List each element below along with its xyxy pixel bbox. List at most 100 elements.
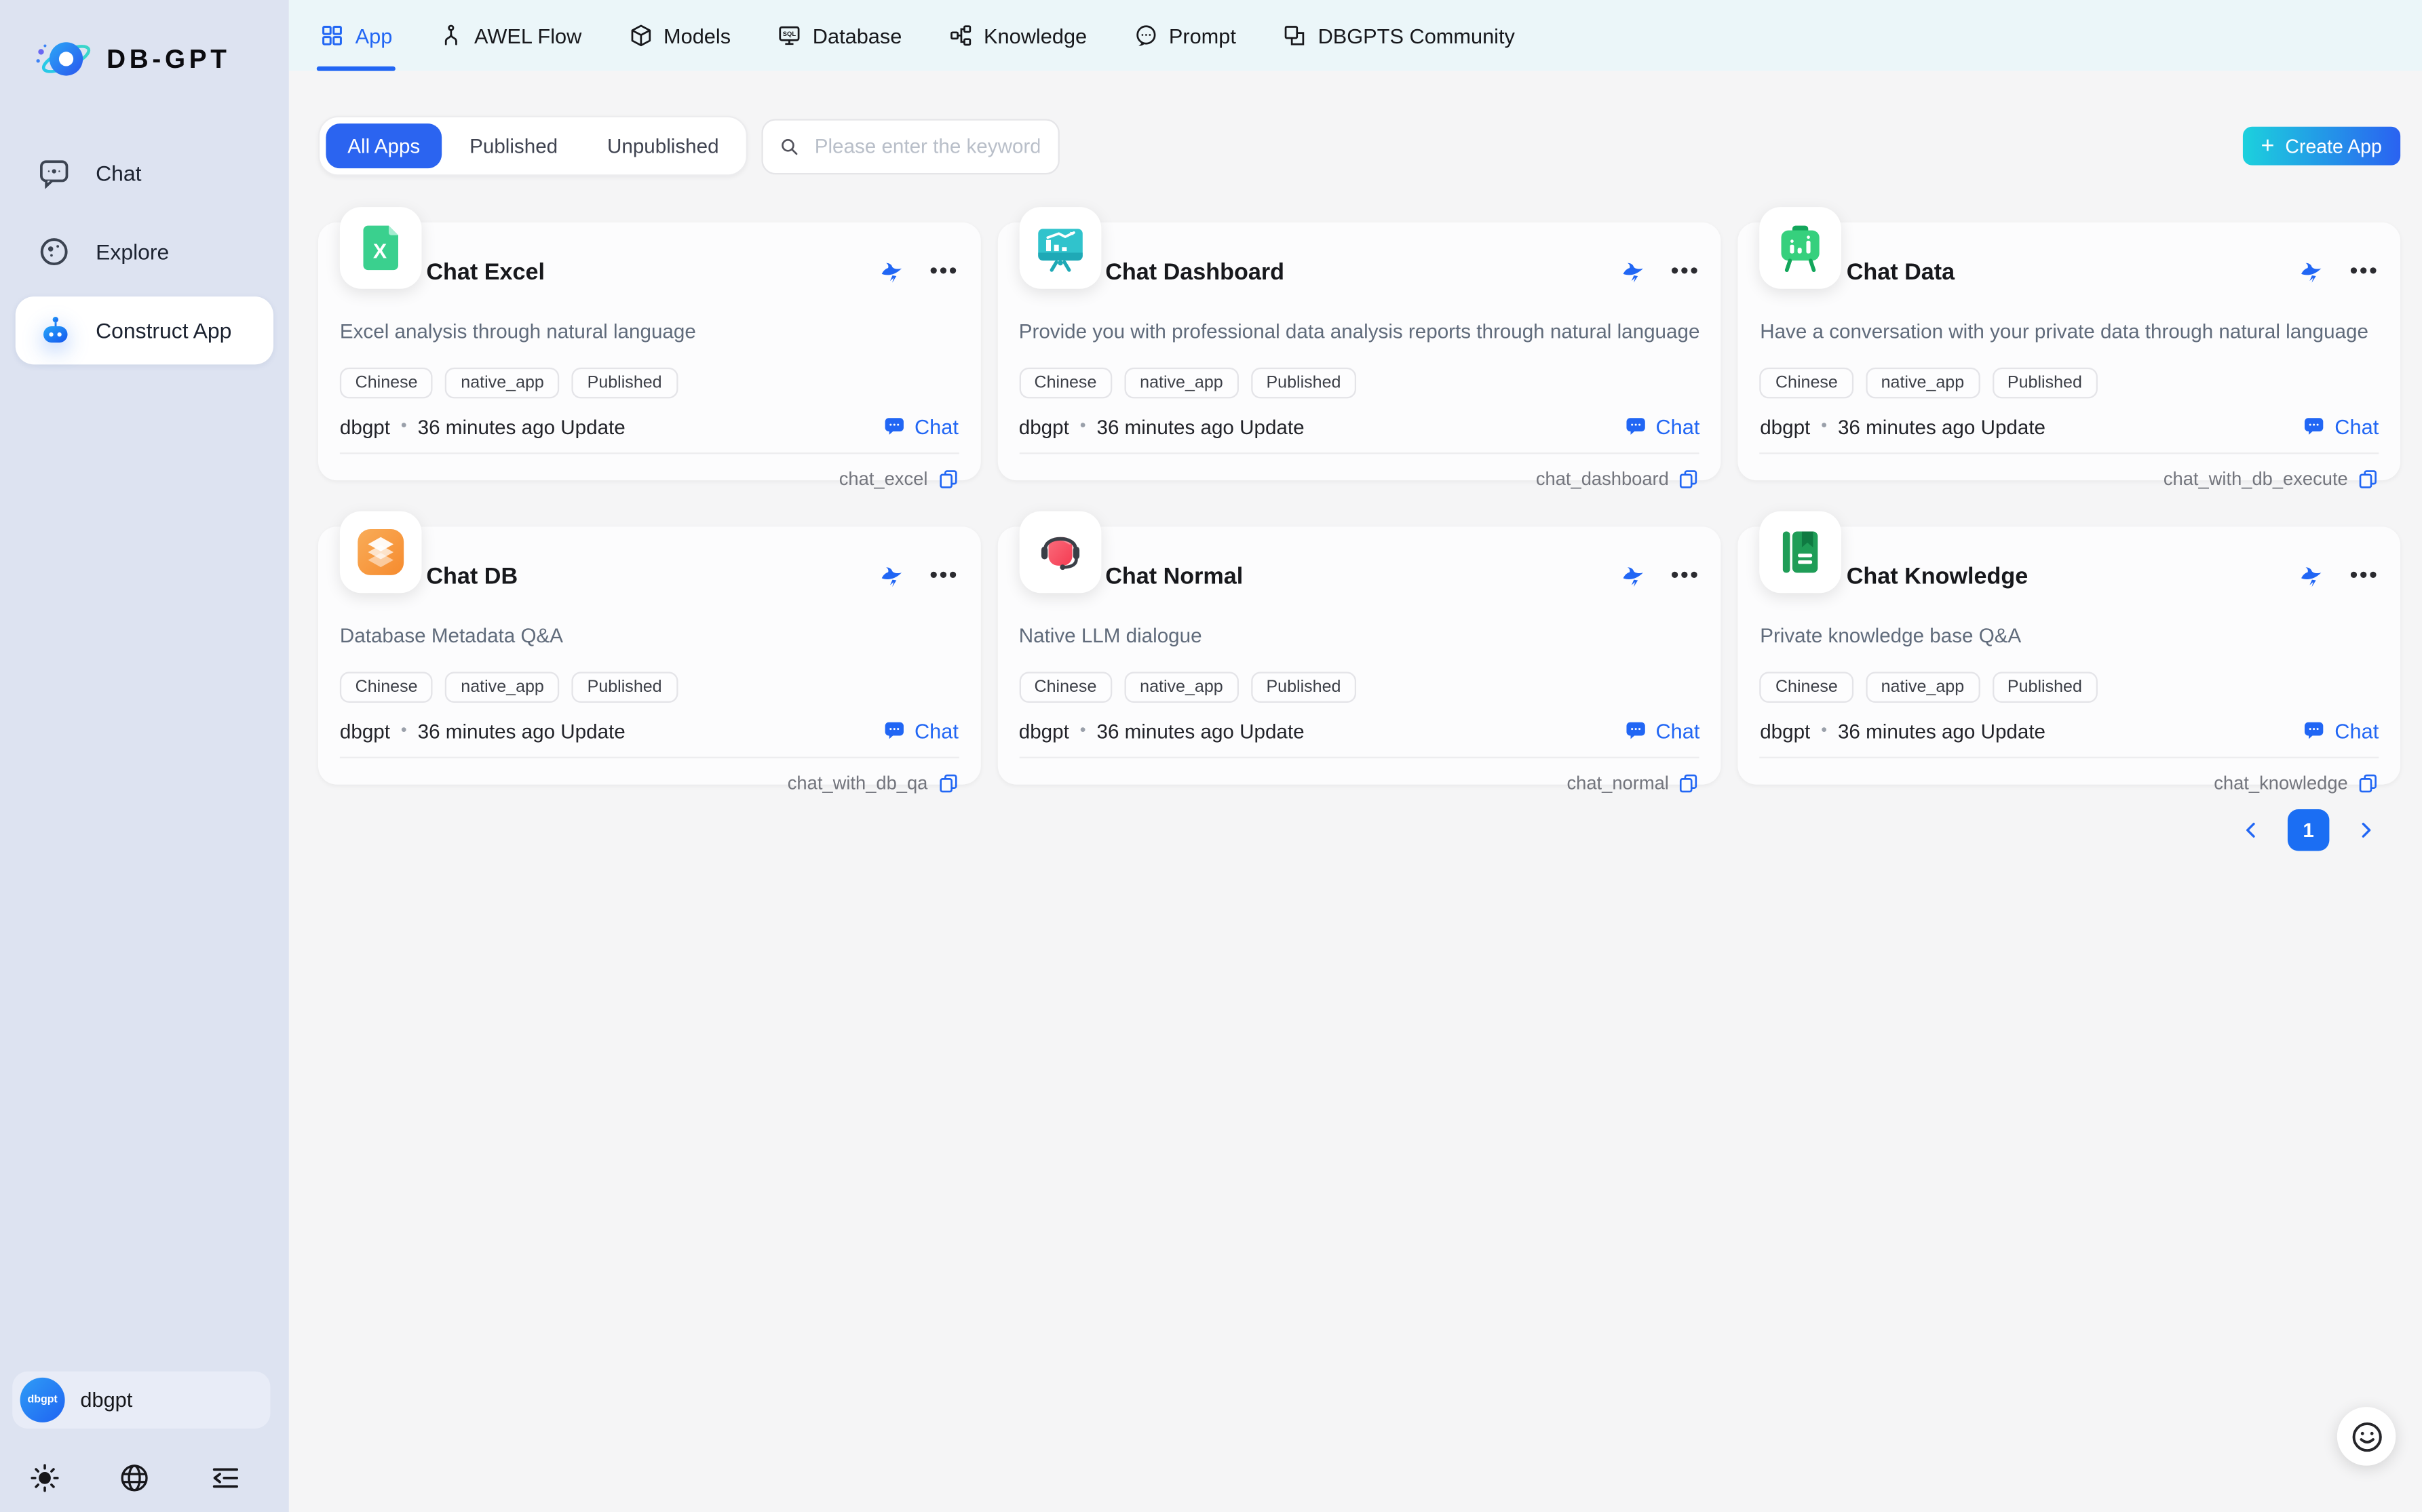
card-meta: dbgpt • 36 minutes ago Update Chat — [1760, 414, 2379, 438]
chat-bubble-filled-icon — [882, 718, 906, 743]
dingtalk-bird-icon[interactable] — [2299, 258, 2325, 285]
chat-link-label: Chat — [915, 719, 959, 742]
chat-link[interactable]: Chat — [2302, 414, 2379, 438]
data-easel-icon — [1772, 219, 1829, 276]
page-number-current[interactable]: 1 — [2288, 809, 2329, 851]
search-icon — [779, 135, 801, 157]
plus-icon: + — [2261, 134, 2275, 157]
chat-link[interactable]: Chat — [1623, 718, 1700, 743]
updated-time: 36 minutes ago Update — [418, 719, 626, 742]
card-actions: ••• — [2299, 563, 2379, 589]
chat-link[interactable]: Chat — [882, 718, 959, 743]
copy-icon[interactable] — [937, 467, 959, 489]
sidebar-item-label: Explore — [96, 239, 169, 264]
tag: Published — [572, 672, 678, 703]
app-icon-tile — [1760, 511, 1842, 594]
user-account[interactable]: dbgpt dbgpt — [12, 1372, 270, 1429]
meta-separator: • — [1821, 721, 1827, 739]
chat-link[interactable]: Chat — [1623, 414, 1700, 438]
sidebar-item-construct-app[interactable]: Construct App — [16, 296, 273, 364]
copy-icon[interactable] — [2357, 771, 2379, 793]
dingtalk-bird-icon[interactable] — [879, 563, 905, 589]
tab-dbgpts-community[interactable]: DBGPTS Community — [1282, 0, 1515, 71]
chat-link[interactable]: Chat — [882, 414, 959, 438]
feedback-fab[interactable] — [2337, 1407, 2396, 1466]
card-footer: chat_dashboard — [1019, 452, 1700, 502]
tag: native_app — [1124, 368, 1238, 399]
robot-icon — [37, 313, 71, 347]
tab-app[interactable]: App — [320, 0, 392, 71]
chevron-right-icon[interactable] — [2354, 819, 2377, 842]
card-meta: dbgpt • 36 minutes ago Update Chat — [1019, 718, 1700, 743]
filter-published[interactable]: Published — [448, 123, 579, 168]
community-grid-icon — [1282, 23, 1307, 47]
dingtalk-bird-icon[interactable] — [2299, 563, 2325, 589]
ellipsis-icon[interactable]: ••• — [2350, 568, 2379, 584]
top-navigation: App AWEL Flow Models SQL — [289, 0, 2422, 71]
knowledge-book-icon — [1772, 524, 1829, 581]
card-footer: chat_with_db_execute — [1760, 452, 2379, 502]
tab-knowledge[interactable]: Knowledge — [948, 0, 1087, 71]
dingtalk-bird-icon[interactable] — [879, 258, 905, 285]
ellipsis-icon[interactable]: ••• — [929, 568, 959, 584]
avatar: dbgpt — [20, 1378, 65, 1422]
theme-sun-icon[interactable] — [28, 1461, 62, 1495]
collapse-sidebar-icon[interactable] — [208, 1461, 242, 1495]
app-card[interactable]: Chat Data ••• Have a conversation with y… — [1738, 222, 2400, 480]
tab-prompt[interactable]: Prompt — [1133, 0, 1235, 71]
copy-icon[interactable] — [1678, 467, 1700, 489]
keyword-search — [762, 118, 1060, 174]
app-icon-tile — [340, 511, 422, 594]
card-header: Chat DB ••• — [340, 548, 959, 604]
filter-unpublished[interactable]: Unpublished — [585, 123, 740, 168]
ellipsis-icon[interactable]: ••• — [2350, 264, 2379, 279]
card-meta: dbgpt • 36 minutes ago Update Chat — [1019, 414, 1700, 438]
tag: Published — [1251, 368, 1357, 399]
app-card[interactable]: Chat Normal ••• Native LLM dialogue Chin… — [997, 526, 1721, 784]
tag: Chinese — [1019, 368, 1112, 399]
copy-icon[interactable] — [1678, 771, 1700, 793]
dingtalk-bird-icon[interactable] — [1620, 258, 1647, 285]
tab-awel-flow[interactable]: AWEL Flow — [439, 0, 582, 71]
comment-icon — [1133, 23, 1157, 47]
filter-segmented-control: All Apps Published Unpublished — [318, 116, 748, 176]
sidebar-item-chat[interactable]: Chat — [16, 139, 273, 207]
chat-bubble-filled-icon — [2302, 414, 2326, 438]
create-app-button[interactable]: + Create App — [2242, 127, 2400, 166]
branch-icon — [439, 23, 463, 47]
chat-link[interactable]: Chat — [2302, 718, 2379, 743]
explore-planet-icon — [37, 235, 71, 269]
tab-models[interactable]: Models — [628, 0, 731, 71]
filter-all-apps[interactable]: All Apps — [326, 123, 442, 168]
card-header: Chat Normal ••• — [1019, 548, 1700, 604]
dashboard-board-icon — [1031, 219, 1088, 276]
excel-file-icon: X — [352, 219, 409, 276]
main-content: All Apps Published Unpublished + Create … — [289, 71, 2422, 1512]
tag-list: Chinese native_app Published — [1760, 368, 2379, 399]
ellipsis-icon[interactable]: ••• — [929, 264, 959, 279]
pagination: 1 — [318, 809, 2400, 851]
owner-name: dbgpt — [1019, 414, 1069, 438]
updated-time: 36 minutes ago Update — [1096, 414, 1304, 438]
app-code: chat_excel — [839, 467, 928, 489]
tab-label: AWEL Flow — [474, 24, 581, 47]
chat-bubble-filled-icon — [1623, 718, 1648, 743]
app-card[interactable]: Chat DB ••• Database Metadata Q&A Chines… — [318, 526, 980, 784]
updated-time: 36 minutes ago Update — [1838, 719, 2045, 742]
app-card[interactable]: Chat Knowledge ••• Private knowledge bas… — [1738, 526, 2400, 784]
copy-icon[interactable] — [937, 771, 959, 793]
app-card[interactable]: Chat Dashboard ••• Provide you with prof… — [997, 222, 1721, 480]
ellipsis-icon[interactable]: ••• — [1671, 264, 1700, 279]
app-card[interactable]: X Chat Excel ••• Excel analysis through … — [318, 222, 980, 480]
ellipsis-icon[interactable]: ••• — [1671, 568, 1700, 584]
sidebar: DB-GPT Chat Explo — [0, 0, 289, 1512]
copy-icon[interactable] — [2357, 467, 2379, 489]
language-globe-icon[interactable] — [118, 1461, 152, 1495]
tag-list: Chinese native_app Published — [340, 672, 959, 703]
tab-database[interactable]: SQL Database — [777, 0, 902, 71]
tag: Published — [572, 368, 678, 399]
dingtalk-bird-icon[interactable] — [1620, 563, 1647, 589]
search-input[interactable] — [811, 133, 1043, 159]
sidebar-item-explore[interactable]: Explore — [16, 218, 273, 286]
chevron-left-icon[interactable] — [2240, 819, 2263, 842]
